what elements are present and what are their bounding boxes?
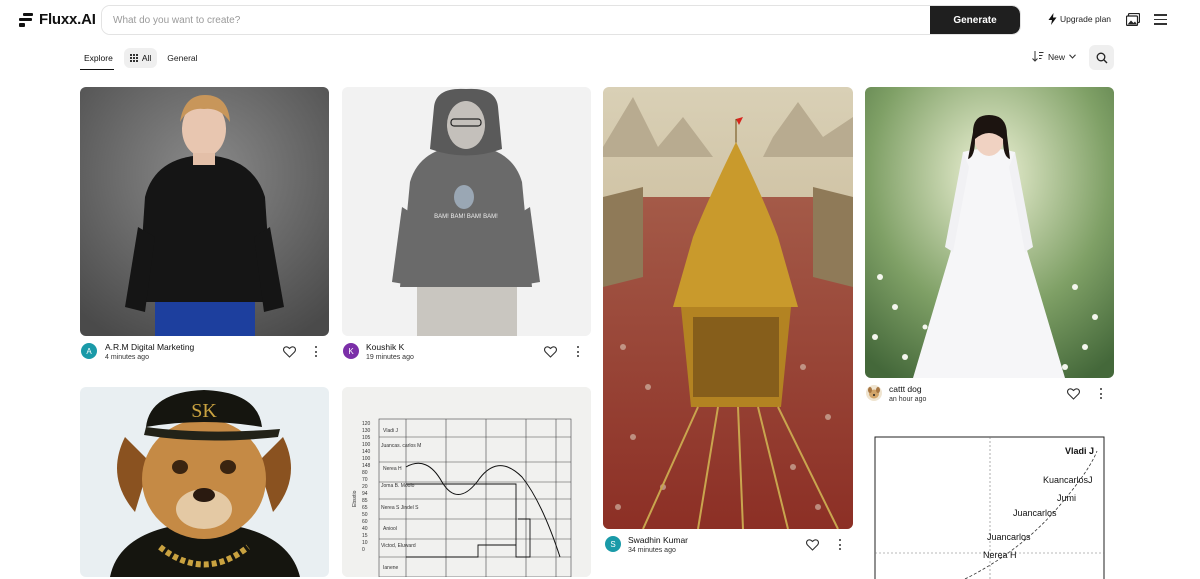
svg-text:148: 148 [362, 463, 371, 469]
gallery-icon[interactable] [1126, 13, 1140, 26]
more-options-icon[interactable] [576, 346, 580, 358]
tab-general[interactable]: General [167, 53, 197, 63]
generated-image [603, 87, 853, 529]
generated-image: 120 130 105 100 140 100 148 80 70 20 94 … [342, 387, 591, 577]
image-card-dog-cap[interactable]: SK [80, 387, 329, 577]
upgrade-plan-label: Upgrade plan [1060, 14, 1112, 24]
generated-image: SK [80, 387, 329, 577]
grid-icon [129, 54, 138, 62]
svg-text:KuancarlosJ: KuancarlosJ [1043, 475, 1093, 485]
logo[interactable]: Fluxx.AI [19, 11, 96, 28]
svg-text:Nerea H: Nerea H [383, 466, 402, 472]
logo-icon [19, 12, 33, 27]
svg-text:50: 50 [362, 512, 368, 518]
app-name: Fluxx.AI [39, 11, 96, 28]
avatar[interactable]: A [81, 343, 97, 359]
heart-icon[interactable] [1067, 388, 1080, 400]
svg-text:Ebsxtio: Ebsxtio [352, 490, 358, 507]
heart-icon[interactable] [806, 539, 819, 551]
svg-text:60: 60 [362, 519, 368, 525]
author-name[interactable]: Swadhin Kumar [628, 535, 688, 545]
svg-text:40: 40 [362, 526, 368, 532]
avatar[interactable]: S [605, 536, 621, 552]
svg-text:85: 85 [362, 498, 368, 504]
image-card-curve-chart[interactable]: Vladi J KuancarlosJ Jumi Juancarlos Juan… [865, 429, 1114, 579]
dog-icon [868, 387, 880, 399]
svg-text:10: 10 [362, 540, 368, 546]
tab-explore[interactable]: Explore [80, 47, 114, 70]
more-options-icon[interactable] [314, 346, 318, 358]
filter-tabs: Explore All General [80, 46, 198, 70]
hamburger-menu-icon[interactable] [1154, 14, 1168, 25]
image-card-old-man-hoodie[interactable]: BAM! BAM! BAM! BAM! [342, 87, 591, 336]
svg-text:100: 100 [362, 456, 371, 462]
image-card-bride-garden[interactable] [865, 87, 1114, 378]
svg-text:Vladi J: Vladi J [383, 428, 399, 434]
svg-text:15: 15 [362, 533, 368, 539]
heart-icon[interactable] [544, 346, 557, 358]
hoodie-print-text: BAM! BAM! BAM! BAM! [434, 214, 498, 220]
sort-label: New [1048, 51, 1066, 62]
tab-all-label: All [141, 53, 152, 63]
svg-text:Nerea S Jindel S: Nerea S Jindel S [381, 505, 419, 511]
author-name[interactable]: A.R.M Digital Marketing [105, 342, 194, 352]
svg-text:70: 70 [362, 477, 368, 483]
post-time: 19 minutes ago [366, 354, 414, 361]
svg-text:80: 80 [362, 470, 368, 476]
svg-text:Juancarlos: Juancarlos [1013, 508, 1057, 518]
post-time: 34 minutes ago [628, 547, 676, 554]
prompt-input[interactable] [102, 6, 932, 34]
search-icon [1096, 52, 1107, 63]
svg-text:20: 20 [362, 484, 368, 490]
svg-text:Vladi J: Vladi J [1065, 446, 1094, 456]
prompt-bar: Generate [101, 5, 1021, 35]
lightning-icon [1048, 13, 1057, 25]
avatar-dog-icon[interactable] [866, 385, 882, 401]
svg-text:Jumi: Jumi [1057, 493, 1076, 503]
sort-icon [1032, 51, 1044, 62]
author-name[interactable]: cattt dog [889, 384, 922, 394]
generated-image [865, 87, 1114, 378]
image-card-sketch-chart[interactable]: 120 130 105 100 140 100 148 80 70 20 94 … [342, 387, 591, 577]
svg-text:94: 94 [362, 491, 368, 497]
sort-dropdown[interactable]: New [1032, 51, 1076, 62]
generated-image [80, 87, 329, 336]
generated-image: BAM! BAM! BAM! BAM! [342, 87, 591, 336]
upgrade-plan-link[interactable]: Upgrade plan [1048, 13, 1111, 25]
svg-text:130: 130 [362, 428, 371, 434]
svg-text:100: 100 [362, 442, 371, 448]
avatar[interactable]: K [343, 343, 359, 359]
svg-text:65: 65 [362, 505, 368, 511]
svg-text:SK: SK [191, 400, 217, 422]
svg-text:Nerea H: Nerea H [983, 550, 1017, 560]
generated-image: Vladi J KuancarlosJ Jumi Juancarlos Juan… [865, 429, 1114, 579]
svg-text:140: 140 [362, 449, 371, 455]
search-button[interactable] [1089, 45, 1114, 70]
tab-all[interactable]: All [123, 48, 158, 68]
svg-text:105: 105 [362, 435, 371, 441]
post-time: an hour ago [889, 396, 927, 403]
svg-text:Aniool: Aniool [383, 526, 397, 532]
svg-text:120: 120 [362, 421, 371, 427]
svg-text:Juancas. carlos M: Juancas. carlos M [381, 443, 421, 449]
top-bar: Fluxx.AI Generate Upgrade plan [0, 0, 1200, 40]
chevron-down-icon [1069, 54, 1076, 59]
more-options-icon[interactable] [838, 539, 842, 551]
post-time: 4 minutes ago [105, 354, 149, 361]
svg-text:Ianene: Ianene [383, 565, 399, 571]
heart-icon[interactable] [283, 346, 296, 358]
image-card-hoodie-teen[interactable] [80, 87, 329, 336]
generate-button[interactable]: Generate [930, 6, 1020, 34]
image-card-chariot-procession[interactable] [603, 87, 853, 529]
svg-text:Juancarlos: Juancarlos [987, 532, 1031, 542]
svg-text:0: 0 [362, 547, 365, 553]
author-name[interactable]: Koushik K [366, 342, 404, 352]
svg-text:Victod, Eluward: Victod, Eluward [381, 543, 416, 549]
more-options-icon[interactable] [1099, 388, 1103, 400]
